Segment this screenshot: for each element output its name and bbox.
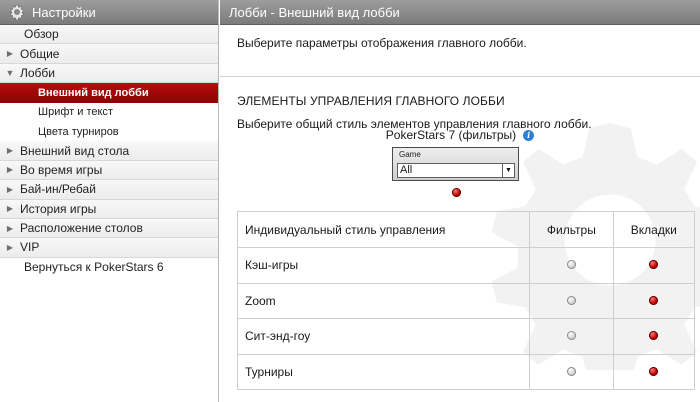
main-panel: Лобби - Внешний вид лобби Выберите парам…	[220, 0, 700, 402]
sidebar-item-label: Шрифт и текст	[38, 106, 113, 119]
table-row: Сит-энд-гоу	[236, 318, 696, 355]
sidebar-item-label: История игры	[20, 201, 97, 216]
section-title: ЭЛЕМЕНТЫ УПРАВЛЕНИЯ ГЛАВНОГО ЛОББИ	[237, 94, 505, 108]
sidebar-item-label: Расположение столов	[20, 221, 143, 236]
radio-filters[interactable]	[566, 295, 576, 305]
sidebar-item-1[interactable]: ▶ Общие	[0, 44, 218, 64]
page-title-text: Лобби - Внешний вид лобби	[229, 4, 400, 20]
game-select[interactable]: All ▼	[397, 163, 515, 178]
chevron-right-icon: ▶	[6, 49, 14, 59]
table-header-row: Индивидуальный стиль управления Фильтры …	[236, 211, 696, 248]
sidebar-item-label: Общие	[20, 46, 60, 61]
game-select-value: All	[400, 164, 413, 176]
sidebar-item-9[interactable]: ▶ История игры	[0, 199, 218, 219]
page-title: Лобби - Внешний вид лобби	[220, 0, 700, 25]
radio-tabs[interactable]	[649, 295, 659, 305]
sidebar-item-12[interactable]: Вернуться к PokerStars 6	[0, 257, 218, 278]
sidebar-item-4[interactable]: Шрифт и текст	[0, 102, 218, 122]
radio-tabs[interactable]	[649, 366, 659, 376]
style-radio-filters[interactable]	[452, 188, 461, 197]
chevron-right-icon: ▶	[6, 165, 14, 175]
sidebar-item-label: Бай-ин/Ребай	[20, 182, 96, 197]
sidebar-header: Настройки	[0, 0, 218, 25]
sidebar-nav: Обзор ▶ Общие ▼ Лобби Внешний вид лобби Шрифт …	[0, 25, 218, 278]
chevron-right-icon: ▶	[6, 146, 14, 156]
column-header-style: Индивидуальный стиль управления	[236, 211, 531, 248]
game-filter-preview: Game All ▼	[392, 147, 519, 181]
cell-tabs	[612, 282, 696, 319]
row-label: Сит-энд-гоу	[236, 318, 531, 355]
sidebar-item-8[interactable]: ▶ Бай-ин/Ребай	[0, 180, 218, 200]
intro-text: Выберите параметры отображения главного …	[220, 25, 700, 77]
table-row: Кэш-игры	[236, 247, 696, 284]
sidebar-item-label: VIP	[20, 240, 40, 255]
sidebar-item-11[interactable]: ▶ VIP	[0, 238, 218, 258]
table-row: Турниры	[236, 353, 696, 390]
sidebar-item-5[interactable]: Цвета турниров	[0, 121, 218, 142]
sidebar-title: Настройки	[32, 4, 96, 20]
sidebar-item-6[interactable]: ▶ Внешний вид стола	[0, 141, 218, 161]
combo-caption: Game	[399, 150, 421, 159]
sidebar-item-label: Обзор	[24, 27, 59, 42]
picker-label-text: PokerStars 7 (фильтры)	[385, 128, 517, 142]
cell-filters	[529, 282, 614, 319]
gear-icon	[10, 4, 24, 21]
radio-tabs[interactable]	[649, 260, 659, 270]
sidebar-item-3[interactable]: Внешний вид лобби	[0, 83, 218, 103]
sidebar-item-2[interactable]: ▼ Лобби	[0, 63, 218, 84]
lobby-style-picker: PokerStars 7 (фильтры) i Game All ▼	[220, 128, 700, 197]
cell-tabs	[612, 247, 696, 284]
sidebar-item-10[interactable]: ▶ Расположение столов	[0, 218, 218, 239]
sidebar-item-label: Внешний вид стола	[20, 143, 130, 158]
row-label: Zoom	[236, 282, 531, 319]
column-header-tabs: Вкладки	[612, 211, 696, 248]
sidebar-item-0[interactable]: Обзор	[0, 25, 218, 45]
chevron-right-icon: ▶	[6, 184, 14, 194]
cell-filters	[529, 318, 614, 355]
info-icon[interactable]: i	[523, 129, 535, 141]
cell-tabs	[612, 318, 696, 355]
chevron-right-icon: ▶	[6, 242, 14, 252]
column-header-filters: Фильтры	[529, 211, 614, 248]
cell-filters	[529, 247, 614, 284]
chevron-down-icon[interactable]: ▼	[502, 164, 514, 177]
chevron-down-icon: ▼	[5, 67, 15, 78]
sidebar-item-label: Внешний вид лобби	[38, 86, 149, 99]
control-style-table: Индивидуальный стиль управления Фильтры …	[236, 211, 696, 390]
row-label: Турниры	[236, 353, 531, 390]
radio-filters[interactable]	[566, 260, 576, 270]
sidebar-item-label: Вернуться к PokerStars 6	[24, 260, 164, 275]
radio-tabs[interactable]	[649, 331, 659, 341]
chevron-right-icon: ▶	[6, 204, 14, 214]
sidebar-item-label: Во время игры	[20, 162, 103, 177]
sidebar-item-label: Лобби	[20, 65, 55, 80]
sidebar-item-7[interactable]: ▶ Во время игры	[0, 160, 218, 181]
cell-filters	[529, 353, 614, 390]
settings-sidebar: Настройки Обзор ▶ Общие ▼ Лобби Внешний вид л…	[0, 0, 219, 402]
cell-tabs	[612, 353, 696, 390]
radio-filters[interactable]	[566, 331, 576, 341]
picker-label: PokerStars 7 (фильтры) i	[385, 128, 535, 142]
table-row: Zoom	[236, 282, 696, 319]
row-label: Кэш-игры	[236, 247, 531, 284]
sidebar-item-label: Цвета турниров	[38, 125, 119, 138]
radio-filters[interactable]	[566, 366, 576, 376]
table-body: Кэш-игры Zoom Сит-энд-гоу Турниры	[236, 247, 696, 390]
chevron-right-icon: ▶	[6, 223, 14, 233]
